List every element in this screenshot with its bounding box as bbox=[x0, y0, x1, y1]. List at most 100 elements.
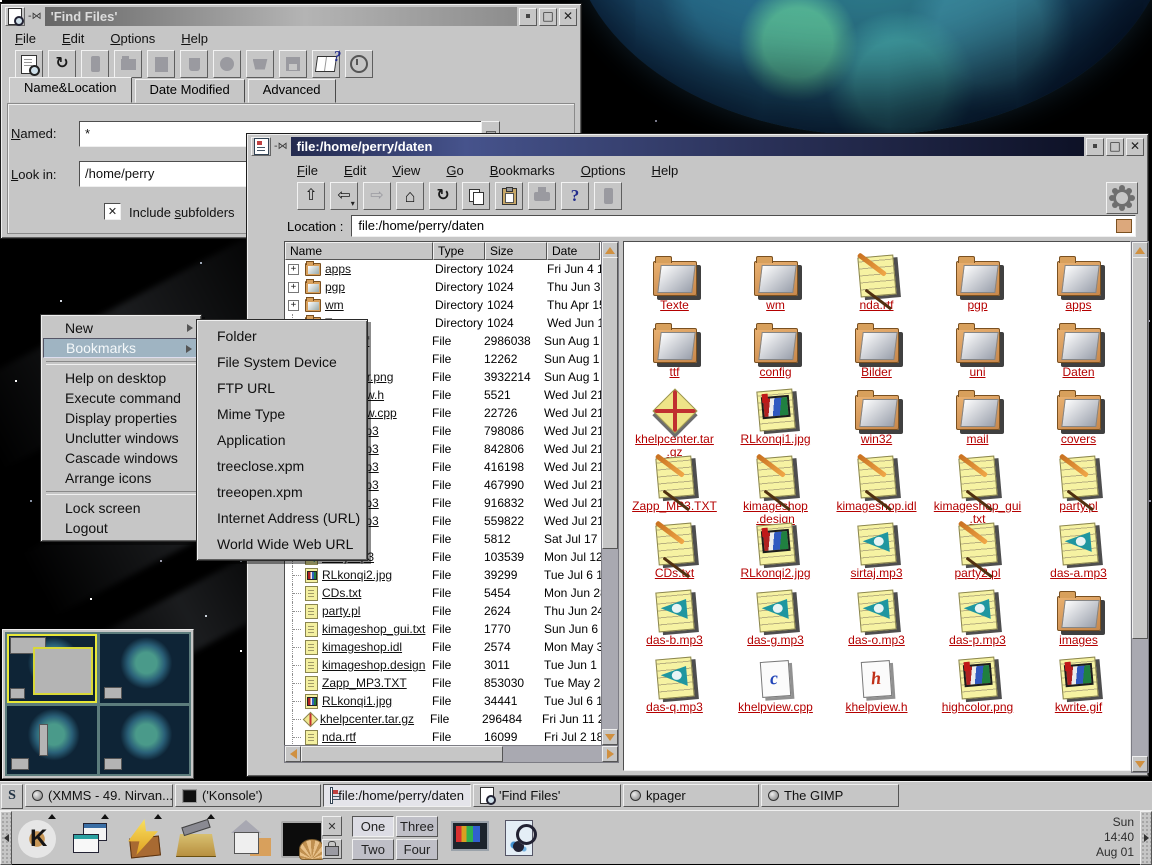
submenu-item-ftp-url[interactable]: FTP URL bbox=[199, 375, 365, 401]
menu-kfm-help[interactable]: Help bbox=[652, 163, 679, 178]
expander-icon[interactable]: + bbox=[288, 300, 299, 311]
icon-view-item[interactable]: images bbox=[1028, 590, 1129, 657]
pager-desktop-four[interactable]: Four bbox=[396, 839, 438, 860]
search-file-button[interactable] bbox=[15, 50, 43, 78]
tab-datemodified[interactable]: Date Modified bbox=[135, 79, 245, 103]
menu-item-help-on-desktop[interactable]: Help on desktop bbox=[43, 368, 199, 388]
icon-view-item[interactable]: apps bbox=[1028, 255, 1129, 322]
panel-hide-left-button[interactable] bbox=[0, 811, 12, 865]
icon-label[interactable]: win32 bbox=[861, 433, 892, 446]
task-filehomeperryd[interactable]: file:/home/perry/daten bbox=[323, 784, 471, 807]
file-name-link[interactable]: RLkonqi1.jpg bbox=[322, 694, 432, 708]
icon-label[interactable]: apps bbox=[1065, 299, 1091, 312]
file-name-link[interactable]: kimageshop.design bbox=[322, 658, 432, 672]
archive-button[interactable] bbox=[147, 50, 175, 78]
menu-item-lock-screen[interactable]: Lock screen bbox=[43, 498, 199, 518]
task-xmms49nirvan[interactable]: (XMMS - 49. Nirvan... bbox=[25, 784, 173, 807]
maximize-button[interactable]: □ bbox=[1106, 138, 1124, 156]
icon-label[interactable]: wm bbox=[766, 299, 785, 312]
column-header-type[interactable]: Type bbox=[433, 242, 485, 260]
icon-view-item[interactable]: config bbox=[725, 322, 826, 389]
pin-icon[interactable]: -⋈ bbox=[27, 9, 43, 25]
icon-label[interactable]: highcolor.png bbox=[942, 701, 1013, 714]
icon-view-item[interactable]: khelpview.h bbox=[826, 657, 927, 724]
icon-label[interactable]: ttf bbox=[669, 366, 679, 379]
scroll-right-arrow[interactable] bbox=[602, 746, 618, 762]
window-menu-button[interactable] bbox=[1086, 138, 1104, 156]
file-name-link[interactable]: pgp bbox=[325, 280, 435, 294]
icon-view-item[interactable]: Texte bbox=[624, 255, 725, 322]
icon-view-item[interactable]: CDs.txt bbox=[624, 523, 725, 590]
file-name-link[interactable]: RLkonqi2.jpg bbox=[322, 568, 432, 582]
task-konsole[interactable]: ('Konsole') bbox=[175, 784, 321, 807]
submenu-item-mime-type[interactable]: Mime Type bbox=[199, 401, 365, 427]
submenu-item-application[interactable]: Application bbox=[199, 427, 365, 453]
menu-item-unclutter-windows[interactable]: Unclutter windows bbox=[43, 428, 199, 448]
menu-kfm-go[interactable]: Go bbox=[446, 163, 463, 178]
klipper-lightning-button[interactable] bbox=[122, 817, 164, 861]
icon-label[interactable]: nda.rtf bbox=[859, 299, 893, 312]
pin-icon[interactable]: -⋈ bbox=[273, 139, 289, 155]
tree-horizontal-scrollbar[interactable] bbox=[284, 745, 619, 763]
close-button[interactable]: ✕ bbox=[559, 8, 577, 26]
submenu-item-folder[interactable]: Folder bbox=[199, 323, 365, 349]
include-subfolders-checkbox[interactable]: ✕ bbox=[104, 203, 121, 220]
icon-view-item[interactable]: kimageshop .design bbox=[725, 456, 826, 523]
paste-button[interactable] bbox=[495, 182, 523, 210]
icon-view-item[interactable]: RLkonqi1.jpg bbox=[725, 389, 826, 456]
task-thegimp[interactable]: The GIMP bbox=[761, 784, 899, 807]
icon-label[interactable]: kwrite.gif bbox=[1055, 701, 1102, 714]
icon-view-item[interactable]: highcolor.png bbox=[927, 657, 1028, 724]
table-row[interactable]: nda.rtfFile16099Fri Jul 2 18:1 bbox=[285, 728, 602, 746]
icon-label[interactable]: covers bbox=[1061, 433, 1096, 446]
submenu-item-treeopen-xpm[interactable]: treeopen.xpm bbox=[199, 479, 365, 505]
icon-view-item[interactable]: RLkonqi2.jpg bbox=[725, 523, 826, 590]
menu-item-display-properties[interactable]: Display properties bbox=[43, 408, 199, 428]
panel-hide-right-button[interactable] bbox=[1140, 811, 1152, 865]
menu-item-arrange-icons[interactable]: Arrange icons bbox=[43, 468, 199, 488]
icon-label[interactable]: das-b.mp3 bbox=[646, 634, 703, 647]
icon-view-item[interactable]: das-g.mp3 bbox=[725, 590, 826, 657]
window-menu-button[interactable] bbox=[519, 8, 537, 26]
print-button[interactable] bbox=[528, 182, 556, 210]
table-row[interactable]: Zapp_MP3.TXTFile853030Tue May 25 0 bbox=[285, 674, 602, 692]
icon-view-item[interactable]: kimageshop_gui .txt bbox=[927, 456, 1028, 523]
back-button[interactable] bbox=[330, 182, 358, 210]
location-input[interactable]: file:/home/perry/daten bbox=[351, 215, 1136, 237]
menu-kfm-file[interactable]: File bbox=[297, 163, 318, 178]
table-row[interactable]: RLkonqi1.jpgFile34441Tue Jul 6 15: bbox=[285, 692, 602, 710]
copy-button[interactable] bbox=[462, 182, 490, 210]
window-list-button[interactable] bbox=[69, 817, 111, 861]
tab-namelocation[interactable]: Name&Location bbox=[9, 77, 132, 103]
icon-label[interactable]: pgp bbox=[967, 299, 987, 312]
icon-label[interactable]: RLkonqi1.jpg bbox=[740, 433, 810, 446]
menu-ff-edit[interactable]: Edit bbox=[62, 31, 84, 46]
help-book-button[interactable] bbox=[312, 50, 340, 78]
scroll-up-arrow[interactable] bbox=[1132, 242, 1148, 258]
submenu-item-file-system-device[interactable]: File System Device bbox=[199, 349, 365, 375]
icon-view-item[interactable]: covers bbox=[1028, 389, 1129, 456]
tree-vertical-scrollbar[interactable] bbox=[601, 241, 619, 746]
table-row[interactable]: party.plFile2624Thu Jun 24 01 bbox=[285, 602, 602, 620]
icon-view-item[interactable]: das-b.mp3 bbox=[624, 590, 725, 657]
icon-label[interactable]: das-a.mp3 bbox=[1050, 567, 1107, 580]
pager-desktop-4[interactable] bbox=[100, 706, 190, 775]
menu-item-new[interactable]: New bbox=[43, 318, 199, 338]
icon-label[interactable]: uni bbox=[969, 366, 985, 379]
table-row[interactable]: kimageshop.designFile3011Tue Jun 1 15 bbox=[285, 656, 602, 674]
icon-view-item[interactable]: kwrite.gif bbox=[1028, 657, 1129, 724]
icon-label[interactable]: Daten bbox=[1062, 366, 1094, 379]
icon-view-item[interactable]: Zapp_MP3.TXT bbox=[624, 456, 725, 523]
find-files-titlebar[interactable]: -⋈ 'Find Files' □ ✕ bbox=[4, 7, 578, 26]
file-manager-titlebar[interactable]: -⋈ file:/home/perry/daten □ ✕ bbox=[250, 137, 1145, 156]
icon-view-item[interactable]: uni bbox=[927, 322, 1028, 389]
panel-clock[interactable]: Sun 14:40 Aug 01 bbox=[1064, 815, 1134, 860]
up-button[interactable] bbox=[297, 182, 325, 210]
submenu-item-world-wide-web-url[interactable]: World Wide Web URL bbox=[199, 531, 365, 557]
menu-item-execute-command[interactable]: Execute command bbox=[43, 388, 199, 408]
table-row[interactable]: CDs.txtFile5454Mon Jun 28 2 bbox=[285, 584, 602, 602]
konsole-shell-button[interactable] bbox=[281, 817, 323, 861]
menu-ff-options[interactable]: Options bbox=[110, 31, 155, 46]
icon-label[interactable]: config bbox=[759, 366, 791, 379]
scroll-left-arrow[interactable] bbox=[285, 746, 301, 762]
